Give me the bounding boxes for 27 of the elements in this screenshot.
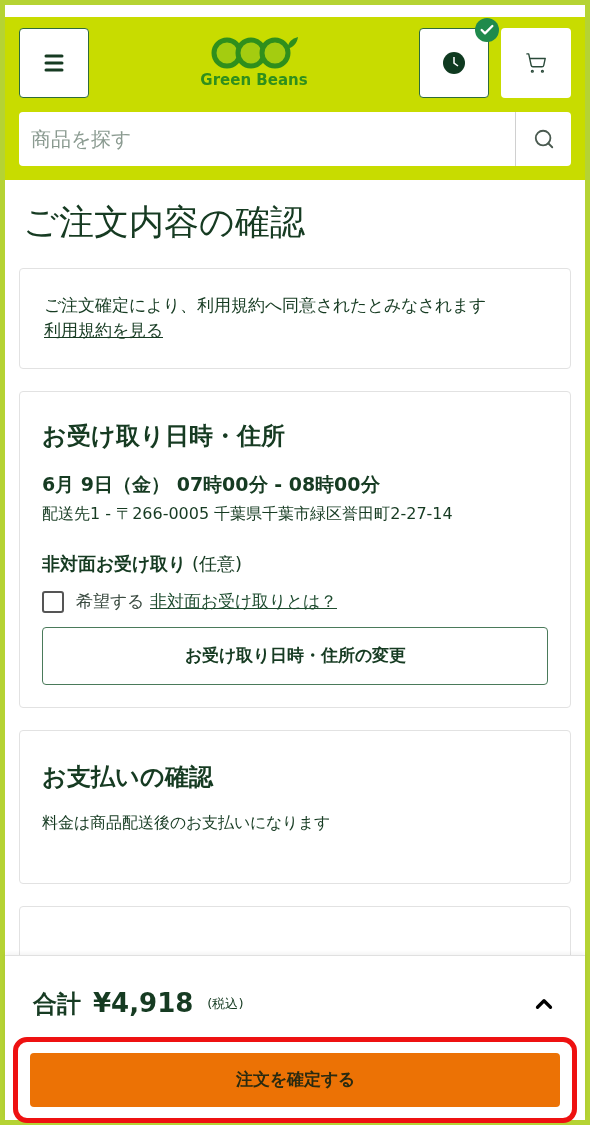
- search-icon: [532, 128, 555, 150]
- section-title: お受け取り日時・住所: [42, 420, 286, 452]
- terms-link[interactable]: 利用規約を見る: [44, 320, 163, 340]
- search-field[interactable]: 商品を探す: [19, 112, 515, 166]
- cart-icon: [525, 52, 547, 74]
- check-badge-icon: [475, 18, 499, 42]
- total-label: 合計: [33, 988, 81, 1020]
- history-button[interactable]: [419, 28, 489, 98]
- confirm-order-button[interactable]: 注文を確定する: [30, 1053, 560, 1107]
- total-amount: ¥4,918: [93, 987, 194, 1020]
- change-button[interactable]: お受け取り日時・住所の変更: [42, 626, 548, 685]
- search-button[interactable]: [515, 112, 571, 166]
- peas-logo-icon: [209, 34, 299, 69]
- menu-button[interactable]: [19, 28, 89, 98]
- delivery-address: 配送先1 - 〒266-0005 千葉県千葉市緑区誉田町2-27-14: [42, 503, 454, 525]
- contactless-label: 非対面お受け取り: [42, 552, 186, 576]
- help-link[interactable]: 非対面お受け取りとは？: [150, 589, 337, 615]
- payment-text: 料金は商品配送後のお支払いになります: [42, 811, 331, 834]
- optional-note: (任意): [192, 552, 243, 576]
- delivery-datetime: 6月 9日（金） 07時00分 - 08時00分: [42, 471, 381, 497]
- page-title: ご注文内容の確認: [22, 201, 306, 244]
- logo-text: Green Beans: [200, 69, 308, 91]
- terms-text: ご注文確定により、利用規約へ同意されたとみなされます 利用規約を見る: [44, 293, 487, 342]
- tax-note: (税込): [207, 994, 244, 1013]
- contactless-checkbox[interactable]: 希望する: [42, 589, 144, 615]
- section-title: お支払いの確認: [42, 761, 215, 793]
- clock-icon: [443, 52, 465, 74]
